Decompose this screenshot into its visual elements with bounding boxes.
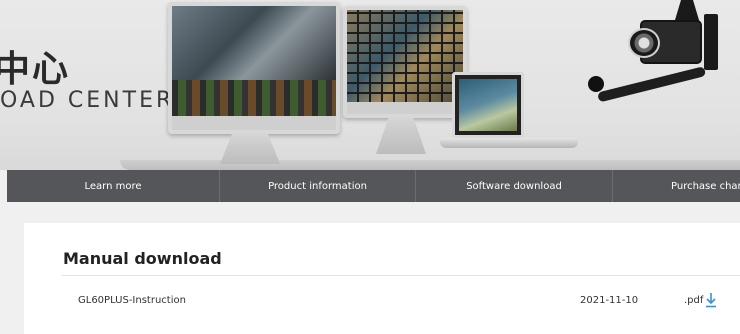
download-icon[interactable] bbox=[705, 292, 717, 308]
laptop-base bbox=[440, 138, 578, 148]
media-browser-monitor-image bbox=[343, 6, 467, 118]
desk-shelf bbox=[120, 160, 740, 170]
banner-title: 中心 bbox=[0, 49, 71, 90]
main-nav: Learn more Product information Software … bbox=[7, 170, 740, 202]
nav-product-information[interactable]: Product information bbox=[220, 170, 416, 202]
camera-side-plate bbox=[704, 14, 718, 70]
divider bbox=[62, 275, 740, 276]
file-name[interactable]: GL60PLUS-Instruction bbox=[78, 295, 186, 306]
section-title: Manual download bbox=[63, 249, 222, 268]
camera-lens bbox=[628, 28, 660, 58]
nav-purchase-channel[interactable]: Purchase chann bbox=[613, 170, 740, 202]
laptop-image bbox=[452, 72, 524, 138]
file-format: .pdf bbox=[684, 295, 704, 306]
nav-software-download[interactable]: Software download bbox=[416, 170, 613, 202]
banner-subtitle: OAD CENTER bbox=[0, 88, 175, 113]
download-center-banner: 中心 OAD CENTER bbox=[0, 0, 740, 170]
camera-arm bbox=[597, 66, 707, 103]
camera-arm-knob bbox=[588, 76, 604, 92]
monitor-stand bbox=[220, 134, 280, 164]
monitor-stand bbox=[376, 118, 426, 154]
manual-download-card: Manual download GL60PLUS-Instruction 202… bbox=[24, 223, 740, 334]
editing-monitor-image bbox=[168, 2, 340, 134]
file-date: 2021-11-10 bbox=[580, 295, 639, 306]
nav-learn-more[interactable]: Learn more bbox=[7, 170, 220, 202]
